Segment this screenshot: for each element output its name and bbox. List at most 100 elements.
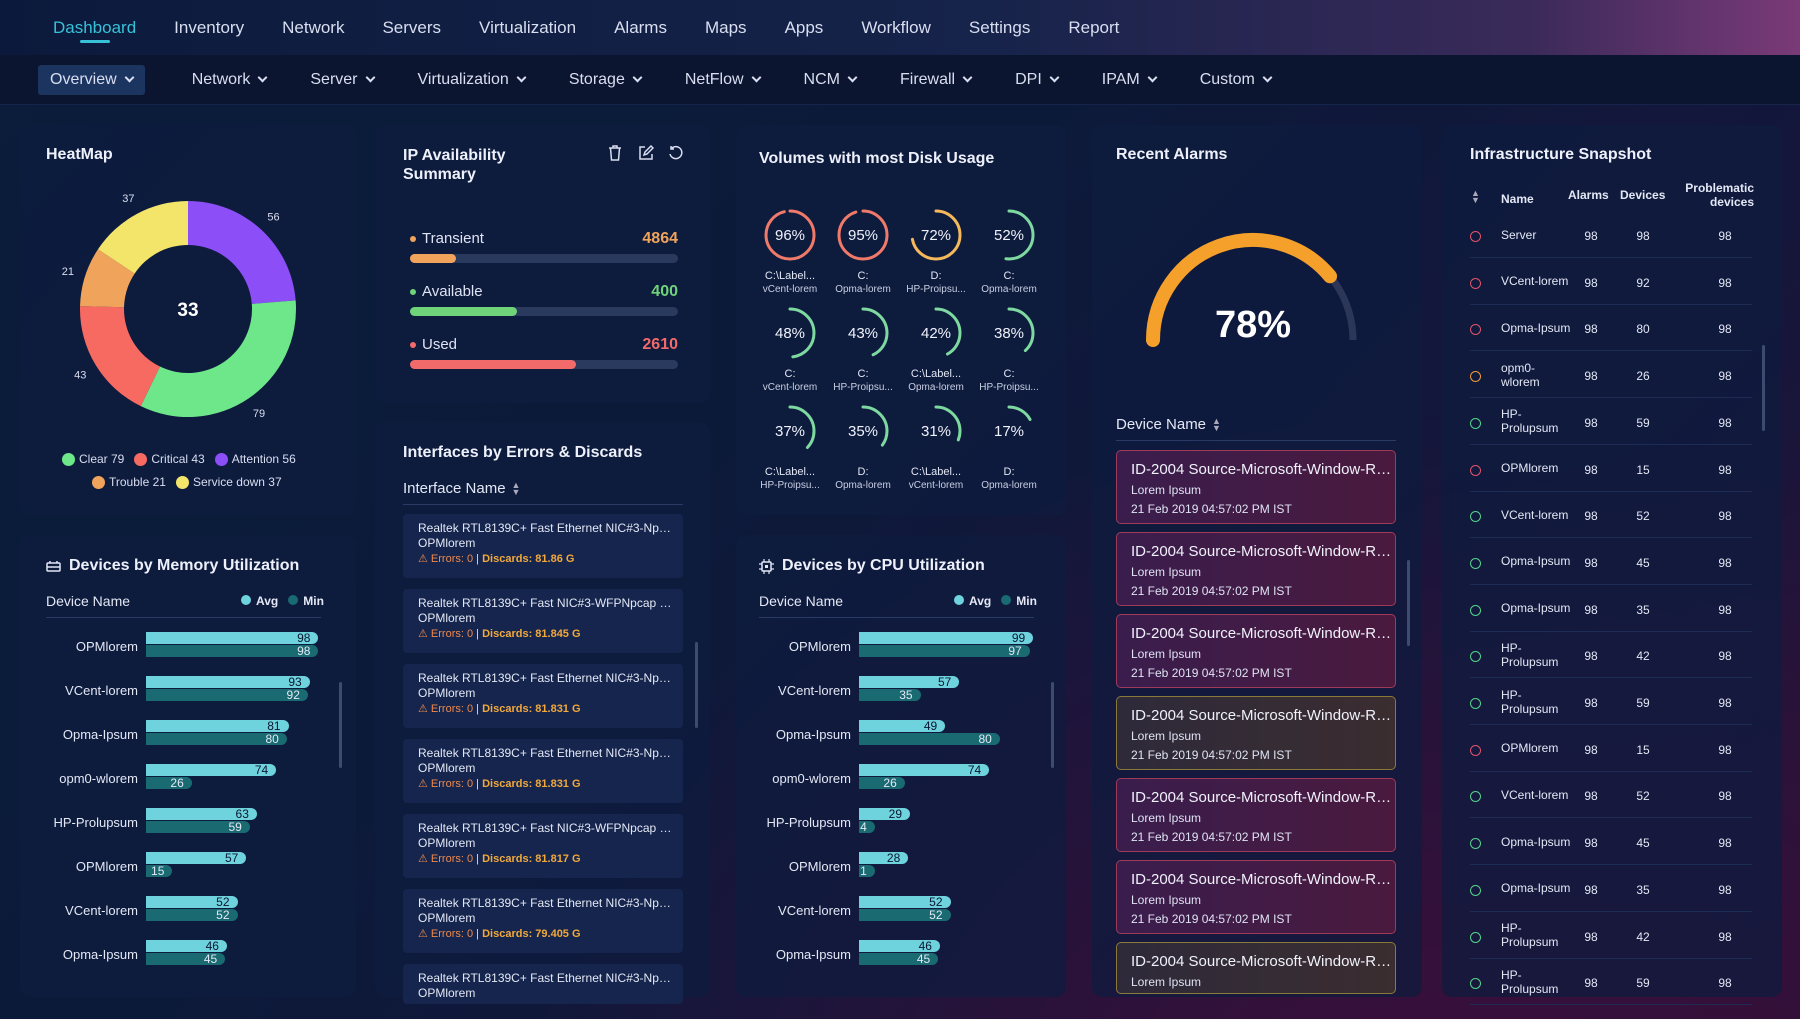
infra-row[interactable]: HP-Prolupsum 98 59 98 bbox=[1470, 399, 1752, 445]
subnav-dpi[interactable]: DPI bbox=[1015, 65, 1060, 95]
disk-volume[interactable]: 43% C: HP-Proipsu... bbox=[828, 303, 898, 394]
infra-row[interactable]: Opma-Ipsum 98 45 98 bbox=[1470, 819, 1752, 866]
subnav-server[interactable]: Server bbox=[310, 65, 375, 95]
memory-avg-bar[interactable]: 46 bbox=[146, 939, 227, 953]
subnav-virtualization[interactable]: Virtualization bbox=[418, 65, 527, 95]
topnav-report[interactable]: Report bbox=[1068, 0, 1119, 55]
memory-scrollbar[interactable] bbox=[339, 682, 342, 768]
infra-row[interactable]: HP-Prolupsum 98 59 98 bbox=[1470, 959, 1752, 1006]
sort-icon[interactable]: ▲ ▼ bbox=[512, 481, 521, 497]
cpu-min-bar[interactable]: 1 bbox=[859, 864, 875, 878]
memory-min-bar[interactable]: 92 bbox=[146, 688, 308, 702]
interface-card[interactable]: Realtek RTL8139C+ Fast NIC#3-WFPNpcap Pa… bbox=[403, 589, 683, 653]
infra-scrollbar[interactable] bbox=[1762, 345, 1765, 431]
donut-slice-clear[interactable] bbox=[140, 300, 296, 418]
cpu-min-bar[interactable]: 97 bbox=[859, 644, 1030, 658]
subnav-ncm[interactable]: NCM bbox=[804, 65, 858, 95]
alarm-card[interactable]: ID-2004 Source-Microsoft-Window-Resource… bbox=[1116, 614, 1396, 688]
subnav-netflow[interactable]: NetFlow bbox=[685, 65, 761, 95]
infra-row[interactable]: VCent-lorem 98 92 98 bbox=[1470, 259, 1752, 305]
memory-avg-bar[interactable]: 63 bbox=[146, 807, 257, 821]
infra-row[interactable]: OPMlorem 98 15 98 bbox=[1470, 446, 1752, 492]
memory-min-bar[interactable]: 26 bbox=[146, 776, 192, 790]
cpu-avg-bar[interactable]: 49 bbox=[859, 719, 946, 733]
disk-volume[interactable]: 37% C:\Label... HP-Proipsu... bbox=[755, 401, 825, 492]
memory-avg-bar[interactable]: 98 bbox=[146, 631, 319, 645]
infra-row[interactable]: Opma-Ipsum 98 35 98 bbox=[1470, 866, 1752, 912]
infra-sort-icon[interactable]: ▲ ▼ bbox=[1471, 189, 1480, 205]
topnav-apps[interactable]: Apps bbox=[785, 0, 824, 55]
infra-row[interactable]: VCent-lorem 98 52 98 bbox=[1470, 772, 1752, 819]
disk-volume[interactable]: 95% C: Opma-lorem bbox=[828, 205, 898, 296]
interface-card[interactable]: Realtek RTL8139C+ Fast NIC#3-WFPNpcap Pa… bbox=[403, 814, 683, 878]
disk-volume[interactable]: 35% D: Opma-lorem bbox=[828, 401, 898, 492]
topnav-network[interactable]: Network bbox=[282, 0, 344, 55]
memory-avg-bar[interactable]: 74 bbox=[146, 763, 277, 777]
subnav-ipam[interactable]: IPAM bbox=[1102, 65, 1158, 95]
alarm-card[interactable]: ID-2004 Source-Microsoft-Window-Resource… bbox=[1116, 450, 1396, 524]
infra-row[interactable]: VCent-lorem 98 52 98 bbox=[1470, 492, 1752, 539]
alarm-card[interactable]: ID-2004 Source-Microsoft-Window-Resource… bbox=[1116, 942, 1396, 994]
subnav-storage[interactable]: Storage bbox=[569, 65, 643, 95]
subnav-network[interactable]: Network bbox=[192, 65, 268, 95]
memory-min-bar[interactable]: 80 bbox=[146, 732, 287, 746]
cpu-avg-bar[interactable]: 57 bbox=[859, 675, 960, 689]
topnav-servers[interactable]: Servers bbox=[382, 0, 441, 55]
disk-volume[interactable]: 38% C: HP-Proipsu... bbox=[974, 303, 1044, 394]
topnav-dashboard[interactable]: Dashboard bbox=[53, 0, 136, 55]
infra-row[interactable]: HP-Prolupsum 98 42 98 bbox=[1470, 913, 1752, 959]
cpu-avg-bar[interactable]: 28 bbox=[859, 851, 909, 865]
cpu-avg-bar[interactable]: 29 bbox=[859, 807, 911, 821]
subnav-overview[interactable]: Overview bbox=[38, 64, 145, 95]
memory-min-bar[interactable]: 98 bbox=[146, 644, 319, 658]
cpu-min-bar[interactable]: 4 bbox=[859, 820, 875, 834]
infra-row[interactable]: Opma-Ipsum 98 45 98 bbox=[1470, 539, 1752, 585]
memory-min-bar[interactable]: 15 bbox=[146, 864, 173, 878]
donut-slice-critical[interactable] bbox=[80, 306, 161, 407]
disk-volume[interactable]: 72% D: HP-Proipsu... bbox=[901, 205, 971, 296]
cpu-avg-bar[interactable]: 74 bbox=[859, 763, 990, 777]
memory-avg-bar[interactable]: 93 bbox=[146, 675, 310, 689]
disk-volume[interactable]: 42% C:\Label... Opma-lorem bbox=[901, 303, 971, 394]
interface-card[interactable]: Realtek RTL8139C+ Fast Ethernet NIC#3-Np… bbox=[403, 739, 683, 803]
disk-volume[interactable]: 17% D: Opma-lorem bbox=[974, 401, 1044, 492]
cpu-min-bar[interactable]: 26 bbox=[859, 776, 905, 790]
infra-row[interactable]: OPMlorem 98 15 98 bbox=[1470, 726, 1752, 772]
interface-card[interactable]: Realtek RTL8139C+ Fast Ethernet NIC#3-Np… bbox=[403, 664, 683, 728]
interface-card[interactable]: Realtek RTL8139C+ Fast Ethernet NIC#3-Np… bbox=[403, 514, 683, 578]
cpu-avg-bar[interactable]: 99 bbox=[859, 631, 1034, 645]
infra-row[interactable]: opm0-wlorem 98 26 98 bbox=[1470, 352, 1752, 399]
memory-min-bar[interactable]: 52 bbox=[146, 908, 238, 922]
cpu-min-bar[interactable]: 45 bbox=[859, 952, 939, 966]
edit-icon[interactable] bbox=[638, 144, 655, 165]
cpu-avg-bar[interactable]: 52 bbox=[859, 895, 951, 909]
disk-volume[interactable]: 96% C:\Label... vCent-lorem bbox=[755, 205, 825, 296]
memory-min-bar[interactable]: 45 bbox=[146, 952, 226, 966]
interface-card[interactable]: Realtek RTL8139C+ Fast Ethernet NIC#3-Np… bbox=[403, 889, 683, 953]
cpu-avg-bar[interactable]: 46 bbox=[859, 939, 940, 953]
sort-icon[interactable]: ▲ ▼ bbox=[1212, 417, 1221, 433]
memory-min-bar[interactable]: 59 bbox=[146, 820, 250, 834]
topnav-workflow[interactable]: Workflow bbox=[861, 0, 931, 55]
subnav-firewall[interactable]: Firewall bbox=[900, 65, 973, 95]
disk-volume[interactable]: 52% C: Opma-lorem bbox=[974, 205, 1044, 296]
topnav-virtualization[interactable]: Virtualization bbox=[479, 0, 576, 55]
alarm-card[interactable]: ID-2004 Source-Microsoft-Window-Resource… bbox=[1116, 778, 1396, 852]
alarms-device-name-header[interactable]: Device Name ▲ ▼ bbox=[1116, 416, 1221, 433]
infra-row[interactable]: Opma-Ipsum 98 80 98 bbox=[1470, 305, 1752, 352]
interface-name-header[interactable]: Interface Name ▲ ▼ bbox=[403, 480, 520, 497]
alarm-card[interactable]: ID-2004 Source-Microsoft-Window-Resource… bbox=[1116, 696, 1396, 770]
interfaces-scrollbar[interactable] bbox=[695, 642, 698, 728]
memory-avg-bar[interactable]: 57 bbox=[146, 851, 247, 865]
cpu-min-bar[interactable]: 35 bbox=[859, 688, 921, 702]
delete-icon[interactable] bbox=[608, 145, 622, 165]
alarm-card[interactable]: ID-2004 Source-Microsoft-Window-Resource… bbox=[1116, 860, 1396, 934]
refresh-icon[interactable] bbox=[668, 145, 684, 165]
infra-row[interactable]: HP-Prolupsum 98 59 98 bbox=[1470, 679, 1752, 725]
cpu-scrollbar[interactable] bbox=[1051, 682, 1054, 768]
subnav-custom[interactable]: Custom bbox=[1200, 65, 1273, 95]
disk-volume[interactable]: 31% C:\Label... vCent-lorem bbox=[901, 401, 971, 492]
infra-row[interactable]: HP-Prolupsum 98 42 98 bbox=[1470, 632, 1752, 679]
disk-volume[interactable]: 48% C: vCent-lorem bbox=[755, 303, 825, 394]
infra-row[interactable]: Server 98 98 98 bbox=[1470, 212, 1752, 258]
